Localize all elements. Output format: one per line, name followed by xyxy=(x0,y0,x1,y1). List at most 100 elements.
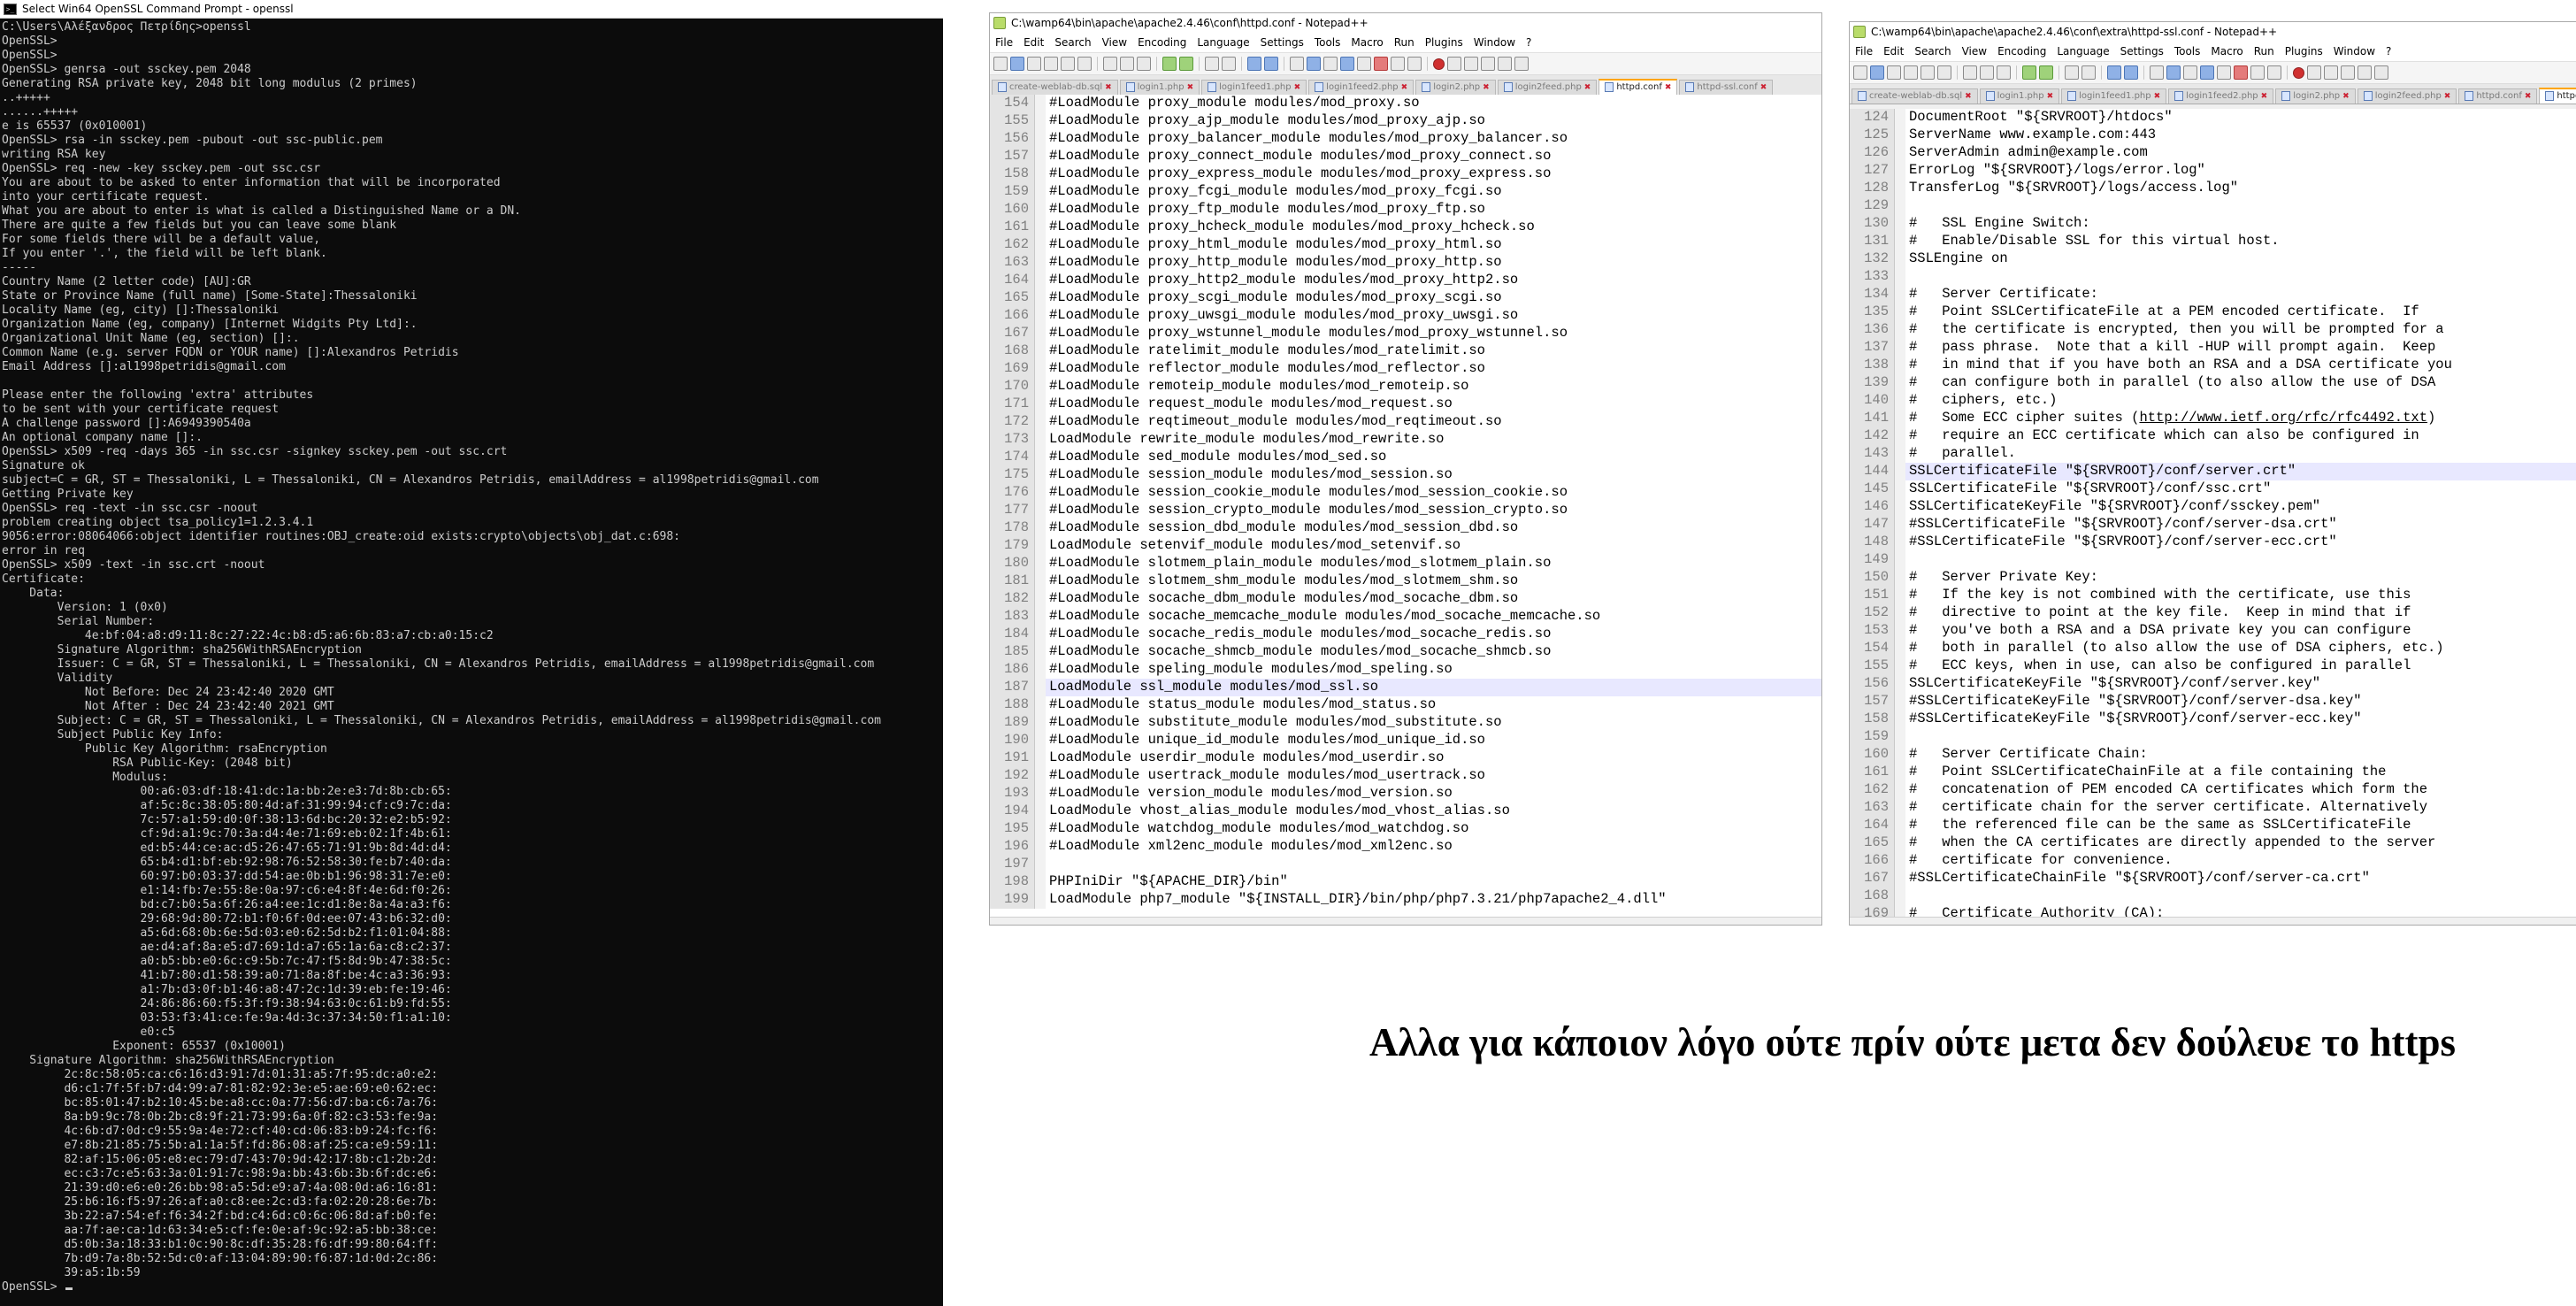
menu-search[interactable]: Search xyxy=(1049,36,1096,49)
menu-macro[interactable]: Macro xyxy=(1346,36,1388,49)
menu-edit[interactable]: Edit xyxy=(1018,36,1049,49)
monitor-icon[interactable] xyxy=(2267,65,2281,80)
tab-httpd-ssl-conf[interactable]: httpd-ssl.conf✖ xyxy=(2539,88,2576,104)
tab-login2feed-php[interactable]: login2feed.php ✖ xyxy=(2357,88,2457,104)
save-icon[interactable] xyxy=(1027,57,1041,71)
code-editor[interactable]: 124 DocumentRoot "${SRVROOT}/htdocs" 125 Se… xyxy=(1850,109,2576,925)
record-macro-icon[interactable] xyxy=(1433,58,1445,70)
window-titlebar[interactable]: C:\wamp64\bin\apache\apache2.4.46\conf\h… xyxy=(990,13,1821,33)
replace-icon[interactable] xyxy=(1222,57,1236,71)
tab-login2feed-php[interactable]: login2feed.php ✖ xyxy=(1497,80,1598,95)
close-tab-icon[interactable]: ✖ xyxy=(1105,83,1112,92)
menu-plugins[interactable]: Plugins xyxy=(1420,36,1468,49)
tab-login1feed2-php[interactable]: login1feed2.php ✖ xyxy=(2168,88,2274,104)
folder-workspace-icon[interactable] xyxy=(1391,57,1405,71)
undo-icon[interactable] xyxy=(1162,57,1177,71)
close-tab-icon[interactable]: ✖ xyxy=(2047,92,2054,101)
close-tab-icon[interactable]: ✖ xyxy=(2525,92,2532,101)
play-macro-icon[interactable] xyxy=(2324,65,2338,80)
menu-encoding[interactable]: Encoding xyxy=(1992,45,2051,58)
save-all-icon[interactable] xyxy=(1044,57,1058,71)
sync-scroll-icon[interactable] xyxy=(1290,57,1304,71)
menu-help[interactable]: ? xyxy=(2380,45,2396,58)
menu-macro[interactable]: Macro xyxy=(2205,45,2248,58)
doc-map-icon[interactable] xyxy=(1357,57,1371,71)
play-multiple-icon[interactable] xyxy=(1481,57,1495,71)
print-icon[interactable] xyxy=(1963,65,1977,80)
replace-icon[interactable] xyxy=(2082,65,2096,80)
console-titlebar[interactable]: >_ Select Win64 OpenSSL Command Prompt -… xyxy=(0,0,943,19)
tab-login2-php[interactable]: login2.php ✖ xyxy=(1415,80,1496,95)
menu-tools[interactable]: Tools xyxy=(1309,36,1346,49)
redo-icon[interactable] xyxy=(2039,65,2053,80)
sync-scroll-icon[interactable] xyxy=(2150,65,2164,80)
new-file-icon[interactable] xyxy=(1853,65,1867,80)
menu-view[interactable]: View xyxy=(1097,36,1132,49)
zoom-out-icon[interactable] xyxy=(2124,65,2138,80)
tab-httpd-conf[interactable]: httpd.conf ✖ xyxy=(2458,88,2538,104)
close-tab-icon[interactable]: ✖ xyxy=(1665,83,1672,92)
menu-view[interactable]: View xyxy=(1957,45,1992,58)
show-all-icon[interactable] xyxy=(1323,57,1338,71)
menu-language[interactable]: Language xyxy=(1192,36,1254,49)
close-tab-icon[interactable]: ✖ xyxy=(1401,83,1408,92)
spare-icon[interactable] xyxy=(1514,57,1529,71)
copy-icon[interactable] xyxy=(1997,65,2011,80)
code-editor[interactable]: 154 #LoadModule proxy_module modules/mod_… xyxy=(990,95,1821,925)
zoom-in-icon[interactable] xyxy=(1247,57,1261,71)
folder-workspace-icon[interactable] xyxy=(2250,65,2265,80)
cut-icon[interactable] xyxy=(1120,57,1134,71)
close-tab-icon[interactable]: ✖ xyxy=(2154,92,2161,101)
find-icon[interactable] xyxy=(1205,57,1219,71)
play-multiple-icon[interactable] xyxy=(2341,65,2355,80)
close-icon[interactable] xyxy=(1920,65,1935,80)
print-icon[interactable] xyxy=(1103,57,1117,71)
close-tab-icon[interactable]: ✖ xyxy=(2261,92,2268,101)
zoom-out-icon[interactable] xyxy=(1264,57,1278,71)
horizontal-scrollbar[interactable] xyxy=(1850,917,2576,925)
notepadpp-window-httpd-ssl-conf[interactable]: C:\wamp64\bin\apache\apache2.4.46\conf\e… xyxy=(1849,21,2576,926)
close-all-icon[interactable] xyxy=(1937,65,1951,80)
open-file-icon[interactable] xyxy=(1870,65,1884,80)
stop-macro-icon[interactable] xyxy=(2307,65,2321,80)
tab-httpd-conf[interactable]: httpd.conf ✖ xyxy=(1598,79,1678,95)
close-tab-icon[interactable]: ✖ xyxy=(1187,83,1194,92)
tab-create-weblab-db-sql[interactable]: create-weblab-db.sql ✖ xyxy=(992,80,1118,95)
indent-guide-icon[interactable] xyxy=(2200,65,2214,80)
menu-run[interactable]: Run xyxy=(1389,36,1420,49)
word-wrap-icon[interactable] xyxy=(2166,65,2181,80)
menu-tools[interactable]: Tools xyxy=(2169,45,2206,58)
find-icon[interactable] xyxy=(2065,65,2079,80)
doc-map-icon[interactable] xyxy=(2217,65,2231,80)
close-tab-icon[interactable]: ✖ xyxy=(1483,83,1490,92)
record-macro-icon[interactable] xyxy=(2293,66,2304,79)
stop-macro-icon[interactable] xyxy=(1447,57,1461,71)
cut-icon[interactable] xyxy=(1980,65,1994,80)
undo-icon[interactable] xyxy=(2022,65,2036,80)
function-list-icon[interactable] xyxy=(1374,57,1388,71)
menu-help[interactable]: ? xyxy=(1521,36,1537,49)
zoom-in-icon[interactable] xyxy=(2107,65,2121,80)
menu-window[interactable]: Window xyxy=(2328,45,2380,58)
menu-file[interactable]: File xyxy=(990,36,1018,49)
tab-login1feed2-php[interactable]: login1feed2.php ✖ xyxy=(1308,80,1414,95)
redo-icon[interactable] xyxy=(1179,57,1193,71)
spare-icon[interactable] xyxy=(2374,65,2388,80)
tab-httpd-ssl-conf[interactable]: httpd-ssl.conf✖ xyxy=(1679,80,1774,95)
openssl-console-window[interactable]: >_ Select Win64 OpenSSL Command Prompt -… xyxy=(0,0,943,1306)
close-tab-icon[interactable]: ✖ xyxy=(1965,92,1972,101)
close-tab-icon[interactable]: ✖ xyxy=(2342,92,2350,101)
open-file-icon[interactable] xyxy=(1010,57,1024,71)
menu-language[interactable]: Language xyxy=(2051,45,2114,58)
menu-search[interactable]: Search xyxy=(1909,45,1956,58)
function-list-icon[interactable] xyxy=(2234,65,2248,80)
menu-edit[interactable]: Edit xyxy=(1878,45,1909,58)
indent-guide-icon[interactable] xyxy=(1340,57,1354,71)
hyperlink[interactable]: http://www.ietf.org/rfc/rfc4492.txt xyxy=(2139,410,2427,426)
tab-create-weblab-db-sql[interactable]: create-weblab-db.sql ✖ xyxy=(1852,88,1978,104)
horizontal-scrollbar[interactable] xyxy=(990,917,1821,925)
close-tab-icon[interactable]: ✖ xyxy=(1294,83,1301,92)
menu-plugins[interactable]: Plugins xyxy=(2280,45,2328,58)
tab-login2-php[interactable]: login2.php ✖ xyxy=(2275,88,2356,104)
save-all-icon[interactable] xyxy=(1904,65,1918,80)
